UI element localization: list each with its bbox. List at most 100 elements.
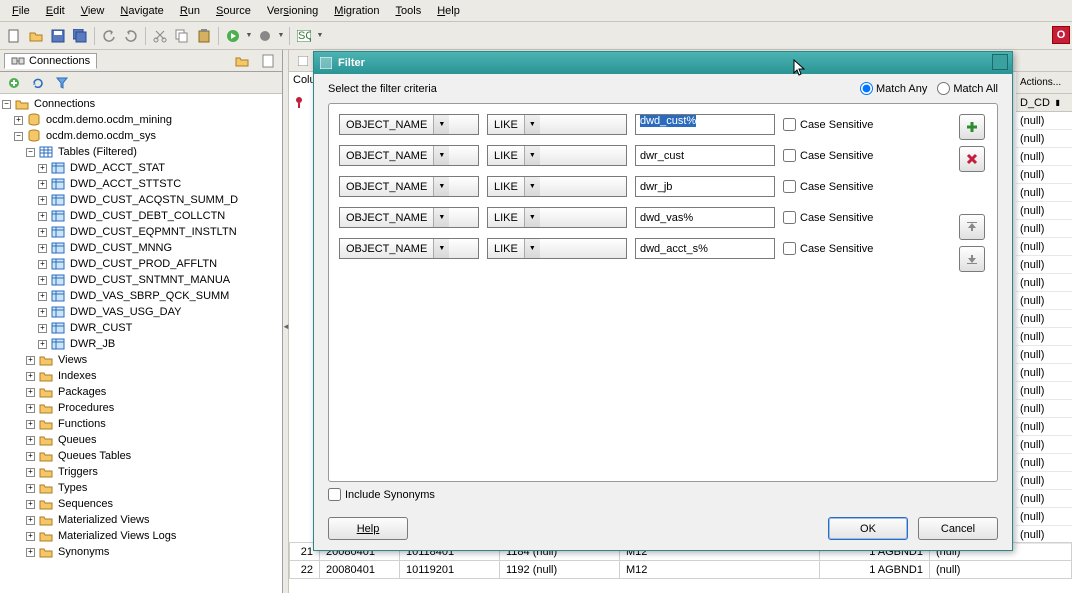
tree-item-db-mining[interactable]: ocdm.demo.ocdm_mining [44,114,174,126]
case-sensitive-checkbox[interactable]: Case Sensitive [783,118,873,131]
filter-column-select[interactable]: OBJECT_NAME▼ [339,238,479,259]
tree-item-tables-filtered[interactable]: Tables (Filtered) [56,146,139,158]
tree-item-table[interactable]: DWD_CUST_PROD_AFFLTN [68,258,219,270]
filter-column-select[interactable]: OBJECT_NAME▼ [339,176,479,197]
expand-icon[interactable]: + [26,436,35,445]
filter-operator-select[interactable]: LIKE▼ [487,207,627,228]
copy-icon[interactable] [172,26,192,46]
tree-item-table[interactable]: DWD_VAS_USG_DAY [68,306,183,318]
expand-icon[interactable]: + [38,308,47,317]
menu-versioning[interactable]: Versioning [259,2,326,20]
tree-item-table[interactable]: DWR_CUST [68,322,134,334]
tree-item-table[interactable]: DWD_ACCT_STTSTC [68,178,183,190]
menu-migration[interactable]: Migration [326,2,387,20]
expand-icon[interactable]: + [26,404,35,413]
menu-source[interactable]: Source [208,2,259,20]
tree-item-procedures[interactable]: Procedures [56,402,116,414]
tree-item-queues-tables[interactable]: Queues Tables [56,450,133,462]
expand-icon[interactable]: + [38,164,47,173]
connections-tree[interactable]: −Connections+ocdm.demo.ocdm_mining−ocdm.… [0,94,282,593]
undo-icon[interactable] [99,26,119,46]
case-sensitive-checkbox[interactable]: Case Sensitive [783,242,873,255]
filter-operator-select[interactable]: LIKE▼ [487,145,627,166]
filter-value-input[interactable] [635,238,775,259]
expand-icon[interactable]: + [38,196,47,205]
filter-value-input[interactable] [635,145,775,166]
move-down-button[interactable] [959,246,985,272]
match-all-radio[interactable]: Match All [937,82,998,95]
tree-item-table[interactable]: DWD_CUST_SNTMNT_MANUA [68,274,232,286]
tree-item-packages[interactable]: Packages [56,386,108,398]
folder-icon[interactable] [232,51,252,71]
tree-item-views[interactable]: Views [56,354,89,366]
menu-tools[interactable]: Tools [388,2,430,20]
tree-item-table[interactable]: DWD_ACCT_STAT [68,162,167,174]
add-row-button[interactable] [959,114,985,140]
case-sensitive-checkbox[interactable]: Case Sensitive [783,211,873,224]
sql-worksheet-icon[interactable]: SQL [294,26,314,46]
expand-icon[interactable]: + [26,532,35,541]
tree-item-synonyms[interactable]: Synonyms [56,546,111,558]
expand-icon[interactable]: + [26,420,35,429]
filter-value-input[interactable] [635,207,775,228]
case-sensitive-checkbox[interactable]: Case Sensitive [783,149,873,162]
tree-item-materialized-views[interactable]: Materialized Views [56,514,152,526]
expand-icon[interactable]: + [26,372,35,381]
pin-icon[interactable] [293,96,305,108]
match-any-radio[interactable]: Match Any [860,82,927,95]
filter-column-select[interactable]: OBJECT_NAME▼ [339,114,479,135]
filter-icon[interactable] [52,73,72,93]
menu-navigate[interactable]: Navigate [112,2,171,20]
dropdown-arrow-icon[interactable]: ▼ [316,32,324,39]
expand-icon[interactable]: + [38,180,47,189]
column-header[interactable]: D_CD ▮ [1016,94,1072,112]
expand-icon[interactable]: + [26,484,35,493]
expand-icon[interactable]: + [26,468,35,477]
case-sensitive-checkbox[interactable]: Case Sensitive [783,180,873,193]
refresh-icon[interactable] [28,73,48,93]
expand-icon[interactable]: + [26,500,35,509]
menu-file[interactable]: File [4,2,38,20]
tree-item-queues[interactable]: Queues [56,434,99,446]
cut-icon[interactable] [150,26,170,46]
filter-operator-select[interactable]: LIKE▼ [487,238,627,259]
filter-column-select[interactable]: OBJECT_NAME▼ [339,207,479,228]
collapse-icon[interactable]: − [14,132,23,141]
filter-operator-select[interactable]: LIKE▼ [487,114,627,135]
tree-item-table[interactable]: DWD_CUST_ACQSTN_SUMM_D [68,194,240,206]
menu-view[interactable]: View [73,2,113,20]
tree-item-indexes[interactable]: Indexes [56,370,99,382]
actions-menu[interactable]: Actions... [1016,72,1072,94]
help-button[interactable]: Help [328,517,408,540]
expand-icon[interactable]: + [26,388,35,397]
expand-icon[interactable]: + [26,516,35,525]
debug-icon[interactable] [255,26,275,46]
delete-row-button[interactable] [959,146,985,172]
expand-icon[interactable]: + [38,244,47,253]
tree-item-table[interactable]: DWD_CUST_EQPMNT_INSTLTN [68,226,239,238]
tree-item-table[interactable]: DWD_CUST_MNNG [68,242,174,254]
menu-run[interactable]: Run [172,2,208,20]
save-all-icon[interactable] [70,26,90,46]
table-row[interactable]: 2220080401101192011192 (null)M121 AGBND1… [290,561,1072,579]
tree-item-table[interactable]: DWR_JB [68,338,117,350]
expand-icon[interactable]: + [38,292,47,301]
menu-help[interactable]: Help [429,2,468,20]
tree-item-triggers[interactable]: Triggers [56,466,100,478]
report-icon[interactable] [258,51,278,71]
expand-icon[interactable]: + [38,228,47,237]
filter-value-input[interactable] [635,176,775,197]
expand-icon[interactable]: + [14,116,23,125]
redo-icon[interactable] [121,26,141,46]
collapse-icon[interactable]: − [26,148,35,157]
ok-button[interactable]: OK [828,517,908,540]
include-synonyms-checkbox[interactable] [328,488,341,501]
tree-item-types[interactable]: Types [56,482,89,494]
move-up-button[interactable] [959,214,985,240]
dialog-titlebar[interactable]: Filter [314,52,1012,74]
save-icon[interactable] [48,26,68,46]
new-icon[interactable] [4,26,24,46]
expand-icon[interactable]: + [26,548,35,557]
tree-item-functions[interactable]: Functions [56,418,108,430]
expand-icon[interactable]: + [38,324,47,333]
